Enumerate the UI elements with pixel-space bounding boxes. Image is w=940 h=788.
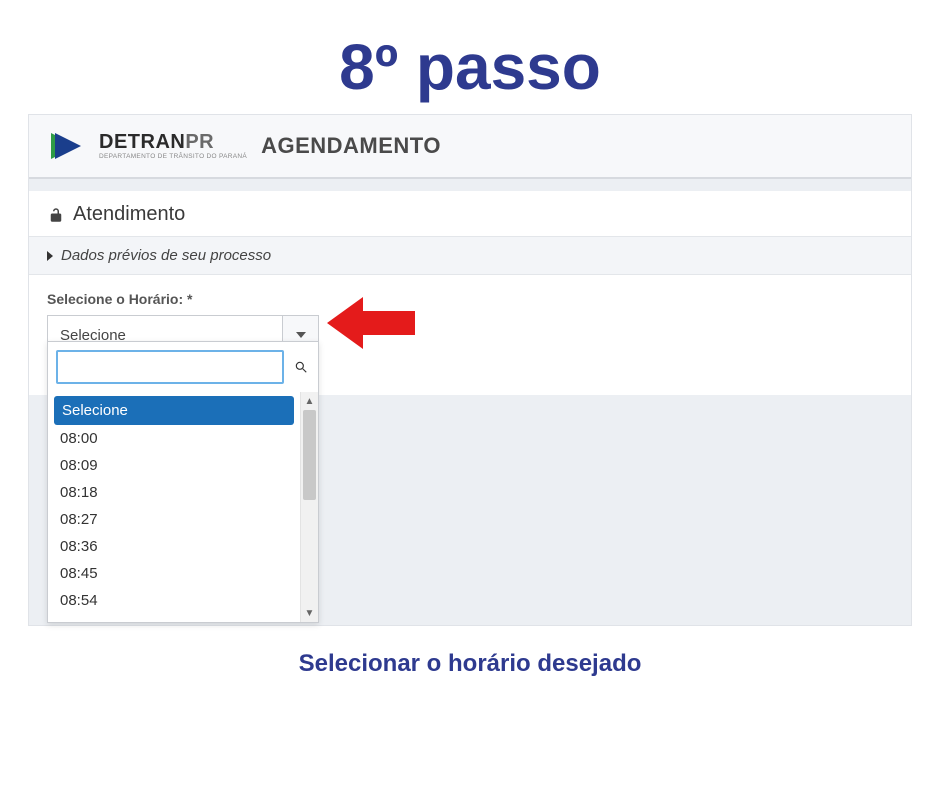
horario-label: Selecione o Horário: * [47,291,893,307]
accordion-label: Dados prévios de seu processo [61,247,271,264]
accordion-dados-previos[interactable]: Dados prévios de seu processo [29,236,911,275]
instruction-arrow-icon [327,293,417,353]
dropdown-item[interactable]: 08:27 [48,506,300,533]
section-heading-text: Atendimento [73,203,185,226]
unlock-icon [47,206,65,224]
dropdown-search-input[interactable] [56,350,284,384]
search-icon[interactable] [292,360,310,374]
app-header: DETRANPR DEPARTAMENTO DE TRÂNSITO DO PAR… [29,115,911,179]
logo-icon [47,129,91,163]
caret-right-icon [47,251,53,261]
dropdown-item[interactable]: Selecione [54,396,294,425]
chevron-down-icon [296,332,306,338]
app-panel: DETRANPR DEPARTAMENTO DE TRÂNSITO DO PAR… [28,114,912,626]
logo-brand: DETRANPR [99,132,247,152]
dropdown-item[interactable]: 08:36 [48,533,300,560]
dropdown-item[interactable]: 08:09 [48,452,300,479]
section-heading: Atendimento [29,191,911,236]
section-atendimento: Atendimento Dados prévios de seu process… [29,191,911,395]
form-area: Selecione o Horário: * Selecione [29,275,911,395]
dropdown-list: Selecione08:0008:0908:1808:2708:3608:450… [48,392,300,622]
dropdown-item[interactable]: 08:18 [48,479,300,506]
logo-subtext: DEPARTAMENTO DE TRÂNSITO DO PARANÁ [99,154,247,161]
scroll-thumb[interactable] [303,410,316,500]
app-title: AGENDAMENTO [261,133,441,159]
scroll-down-icon[interactable]: ▼ [301,604,318,622]
scroll-up-icon[interactable]: ▲ [301,392,318,410]
dropdown-item[interactable]: 08:45 [48,560,300,587]
horario-dropdown: Selecione08:0008:0908:1808:2708:3608:450… [47,341,319,623]
dropdown-scrollbar[interactable]: ▲ ▼ [300,392,318,622]
logo: DETRANPR DEPARTAMENTO DE TRÂNSITO DO PAR… [47,129,247,163]
dropdown-item[interactable]: 08:54 [48,587,300,614]
dropdown-search-row [48,342,318,392]
step-title: 8º passo [0,0,940,114]
dropdown-item[interactable]: 08:00 [48,425,300,452]
instruction-text: Selecionar o horário desejado [0,626,940,702]
